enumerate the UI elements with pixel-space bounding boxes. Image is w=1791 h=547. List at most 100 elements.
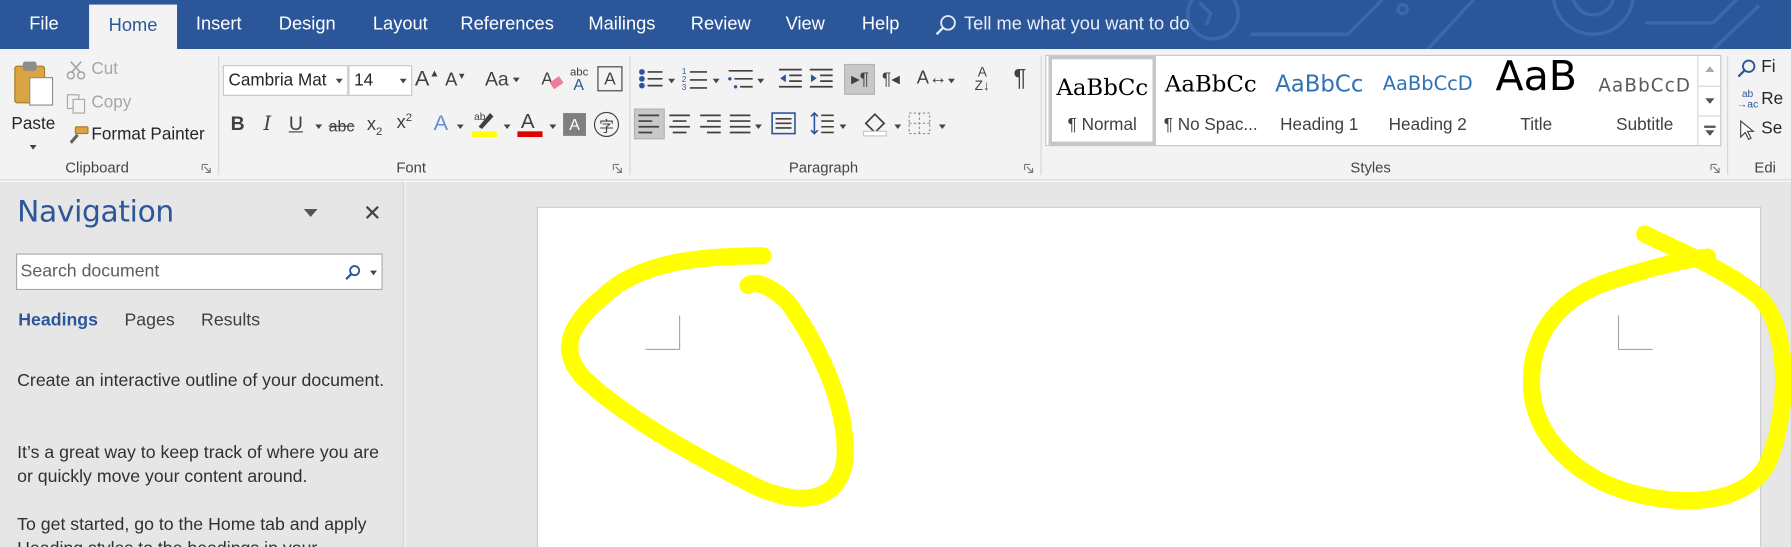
tab-file[interactable]: File <box>11 0 76 49</box>
style-no-spacing[interactable]: AaBbCc ¶ No Spac... <box>1157 56 1264 145</box>
copy-button[interactable]: Copy <box>66 91 169 116</box>
justify-icon[interactable] <box>729 113 752 134</box>
select-button[interactable]: Se <box>1736 118 1791 143</box>
chevron-down-icon[interactable] <box>370 270 377 276</box>
align-left-icon[interactable] <box>637 113 660 134</box>
chevron-down-icon[interactable] <box>668 78 676 84</box>
asian-layout-icon[interactable]: A↔ <box>917 65 947 92</box>
more-styles-arrow-icon[interactable] <box>1705 130 1715 136</box>
strikethrough-icon[interactable]: abc <box>328 113 355 138</box>
bold-icon[interactable]: B <box>228 112 246 137</box>
tab-help[interactable]: Help <box>854 0 907 49</box>
font-name-combo[interactable]: Cambria Mat <box>222 65 349 96</box>
borders-icon[interactable] <box>908 112 931 135</box>
distributed-icon[interactable] <box>771 112 796 135</box>
font-color-icon[interactable]: A <box>516 108 543 138</box>
increase-indent-icon[interactable] <box>809 67 834 90</box>
style-title[interactable]: AaB Title <box>1483 56 1590 145</box>
character-shading-icon[interactable]: A <box>563 113 586 136</box>
decrease-indent-icon[interactable] <box>778 67 803 90</box>
shading-icon[interactable] <box>861 110 888 137</box>
line-spacing-icon[interactable] <box>810 111 835 136</box>
grow-font-icon[interactable]: A ▲ <box>415 66 440 93</box>
tab-layout[interactable]: Layout <box>363 0 437 49</box>
styles-gallery: AaBbCc ¶ Normal AaBbCc ¶ No Spac... AaBb… <box>1045 54 1722 147</box>
replace-button[interactable]: ab →ac Re <box>1736 87 1791 112</box>
search-icon[interactable] <box>344 264 362 282</box>
clear-formatting-icon[interactable]: A <box>539 67 564 92</box>
show-formatting-marks-icon[interactable]: ¶ <box>1007 64 1032 94</box>
scroll-divider <box>1698 85 1722 87</box>
italic-icon[interactable]: I <box>258 112 276 137</box>
enclose-characters-icon[interactable]: 字 <box>593 111 620 138</box>
tab-review[interactable]: Review <box>685 0 756 49</box>
chevron-down-icon[interactable] <box>948 78 955 84</box>
chevron-down-icon[interactable] <box>503 124 511 130</box>
numbering-icon[interactable]: 1 2 3 <box>682 66 709 91</box>
text-effects-abc-icon[interactable]: abc A <box>569 65 594 92</box>
font-size-combo[interactable]: 14 <box>348 65 413 96</box>
tab-home[interactable]: Home <box>89 4 178 50</box>
chevron-down-icon[interactable] <box>315 124 323 130</box>
document-page[interactable] <box>536 206 1762 547</box>
highlighter-icon[interactable]: ab <box>469 108 499 138</box>
chevron-down-icon[interactable] <box>549 124 557 130</box>
tab-mailings[interactable]: Mailings <box>578 0 666 49</box>
align-center-icon[interactable] <box>668 113 691 134</box>
more-styles-icon[interactable] <box>1704 125 1716 128</box>
nav-tab-pages[interactable]: Pages <box>124 311 174 332</box>
dialog-launcher-icon[interactable] <box>201 163 211 174</box>
chevron-down-icon[interactable] <box>839 124 847 130</box>
tab-design[interactable]: Design <box>270 0 345 49</box>
chevron-down-icon[interactable] <box>754 124 762 130</box>
tell-me-box[interactable]: Tell me what you want to do <box>934 0 1190 49</box>
chevron-down-icon <box>335 78 343 84</box>
scroll-up-icon[interactable] <box>1705 66 1715 72</box>
scroll-down-icon[interactable] <box>1705 98 1715 104</box>
scissors-icon <box>66 61 86 80</box>
tab-references[interactable]: References <box>455 0 560 49</box>
chevron-down-icon[interactable] <box>894 124 902 130</box>
pane-options-icon[interactable] <box>303 208 318 217</box>
nav-tab-results[interactable]: Results <box>201 311 260 332</box>
chevron-down-icon[interactable] <box>456 124 464 130</box>
left-to-right-icon[interactable]: ▸¶ <box>846 65 873 92</box>
chevron-down-icon[interactable] <box>938 124 946 130</box>
tab-view[interactable]: View <box>778 0 833 49</box>
shrink-font-icon[interactable]: A ▼ <box>445 69 466 94</box>
superscript-icon[interactable]: x2 <box>392 111 417 136</box>
close-icon[interactable] <box>364 204 380 220</box>
search-box <box>15 253 383 291</box>
style-heading-1[interactable]: AaBbCc Heading 1 <box>1266 56 1373 145</box>
text-effects-icon[interactable]: A <box>429 111 452 138</box>
find-button[interactable]: Fi <box>1736 56 1791 81</box>
chevron-down-icon[interactable] <box>712 78 720 84</box>
nav-tab-headings[interactable]: Headings <box>18 311 98 332</box>
bullets-icon[interactable] <box>637 67 664 90</box>
change-case-button[interactable]: Aa <box>483 67 522 92</box>
cut-button[interactable]: Cut <box>66 58 169 83</box>
subscript-icon[interactable]: x2 <box>362 113 387 138</box>
search-input[interactable] <box>17 254 337 289</box>
dialog-launcher-icon[interactable] <box>1023 163 1034 174</box>
style-preview: AaBbCc <box>1164 69 1257 98</box>
font-group-label: Font <box>396 158 427 176</box>
margin-corner-mark <box>645 315 681 351</box>
tab-insert[interactable]: Insert <box>186 0 251 49</box>
sort-icon[interactable]: A Z↓ <box>970 63 995 95</box>
format-painter-button[interactable]: Format Painter <box>66 123 214 148</box>
style-normal[interactable]: AaBbCc ¶ Normal <box>1048 55 1156 146</box>
right-to-left-icon[interactable]: ¶◂ <box>877 65 904 92</box>
multilevel-list-icon[interactable] <box>728 66 755 91</box>
dialog-launcher-icon[interactable] <box>612 163 622 174</box>
svg-text:A: A <box>573 77 584 92</box>
dialog-launcher-icon[interactable] <box>1710 163 1720 174</box>
style-heading-2[interactable]: AaBbCcD Heading 2 <box>1374 56 1481 145</box>
lightbulb-search-icon <box>935 14 956 35</box>
underline-icon[interactable]: U <box>287 112 305 137</box>
chevron-down-icon[interactable] <box>757 78 765 84</box>
character-border-icon[interactable]: A <box>597 66 623 92</box>
style-subtitle[interactable]: AaBbCcD Subtitle <box>1591 56 1698 145</box>
paste-button[interactable]: Paste <box>9 56 57 150</box>
align-right-icon[interactable] <box>699 113 722 134</box>
